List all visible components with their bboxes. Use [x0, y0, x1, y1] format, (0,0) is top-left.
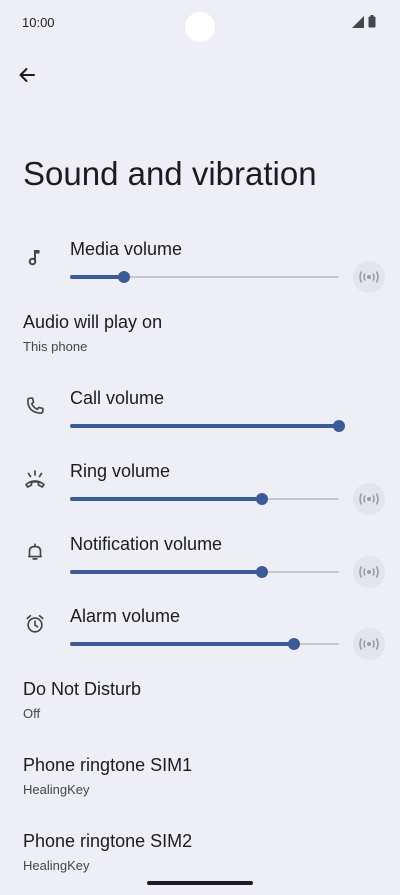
call-volume-label: Call volume	[70, 388, 165, 408]
vibrate-button[interactable]	[353, 628, 385, 660]
do-not-disturb-title: Do Not Disturb	[23, 679, 142, 699]
slider-thumb[interactable]	[256, 493, 269, 505]
audio-output-title: Audio will play on	[23, 312, 163, 332]
ring-volume-slider[interactable]	[70, 489, 339, 509]
ringtone-sim2-value: HealingKey	[23, 858, 90, 873]
vibrate-icon	[359, 493, 379, 505]
call-volume-slider[interactable]	[70, 416, 345, 436]
alarm-clock-icon	[22, 611, 48, 637]
vibrate-icon	[359, 271, 379, 283]
slider-fill	[70, 642, 295, 646]
navigation-handle[interactable]	[147, 881, 253, 885]
slider-fill	[70, 275, 124, 279]
ringtone-sim2-setting[interactable]: Phone ringtone SIM2 HealingKey	[0, 831, 400, 887]
ringtone-sim1-setting[interactable]: Phone ringtone SIM1 HealingKey	[0, 755, 400, 811]
slider-thumb[interactable]	[256, 566, 269, 578]
status-icons	[352, 15, 376, 28]
media-volume-slider[interactable]	[70, 267, 339, 287]
ring-icon	[22, 466, 48, 492]
slider-fill	[70, 497, 263, 501]
alarm-volume-label: Alarm volume	[70, 606, 181, 626]
vibrate-button[interactable]	[353, 261, 385, 293]
ring-volume-row: Ring volume	[0, 461, 400, 525]
arrow-back-icon	[19, 68, 35, 82]
alarm-volume-row: Alarm volume	[0, 606, 400, 670]
bell-icon	[22, 539, 48, 565]
notification-volume-label: Notification volume	[70, 534, 223, 554]
slider-thumb[interactable]	[333, 420, 345, 432]
status-bar: 10:00	[0, 0, 400, 46]
vibrate-icon	[359, 638, 379, 650]
slider-fill	[70, 570, 263, 574]
status-time: 10:00	[22, 15, 55, 30]
battery-icon	[368, 15, 376, 28]
media-volume-label: Media volume	[70, 239, 183, 259]
vibrate-button[interactable]	[353, 483, 385, 515]
slider-fill	[70, 424, 339, 428]
media-volume-row: Media volume	[0, 239, 400, 303]
ringtone-sim1-value: HealingKey	[23, 782, 90, 797]
music-note-icon	[22, 244, 48, 270]
page-title: Sound and vibration	[23, 155, 317, 192]
call-volume-row: Call volume	[0, 388, 400, 452]
do-not-disturb-setting[interactable]: Do Not Disturb Off	[0, 679, 400, 735]
slider-thumb[interactable]	[288, 638, 301, 650]
vibrate-icon	[359, 566, 379, 578]
ring-volume-label: Ring volume	[70, 461, 171, 481]
vibrate-button[interactable]	[353, 556, 385, 588]
back-button[interactable]	[12, 60, 42, 90]
camera-cutout	[185, 12, 215, 42]
ringtone-sim2-title: Phone ringtone SIM2	[23, 831, 193, 851]
signal-icon	[352, 15, 364, 28]
audio-output-value: This phone	[23, 339, 88, 354]
notification-volume-row: Notification volume	[0, 534, 400, 598]
audio-output-setting[interactable]: Audio will play on This phone	[0, 312, 400, 368]
phone-icon	[22, 393, 48, 419]
do-not-disturb-value: Off	[23, 706, 41, 721]
alarm-volume-slider[interactable]	[70, 634, 339, 654]
slider-thumb[interactable]	[117, 271, 130, 283]
ringtone-sim1-title: Phone ringtone SIM1	[23, 755, 193, 775]
notification-volume-slider[interactable]	[70, 562, 339, 582]
